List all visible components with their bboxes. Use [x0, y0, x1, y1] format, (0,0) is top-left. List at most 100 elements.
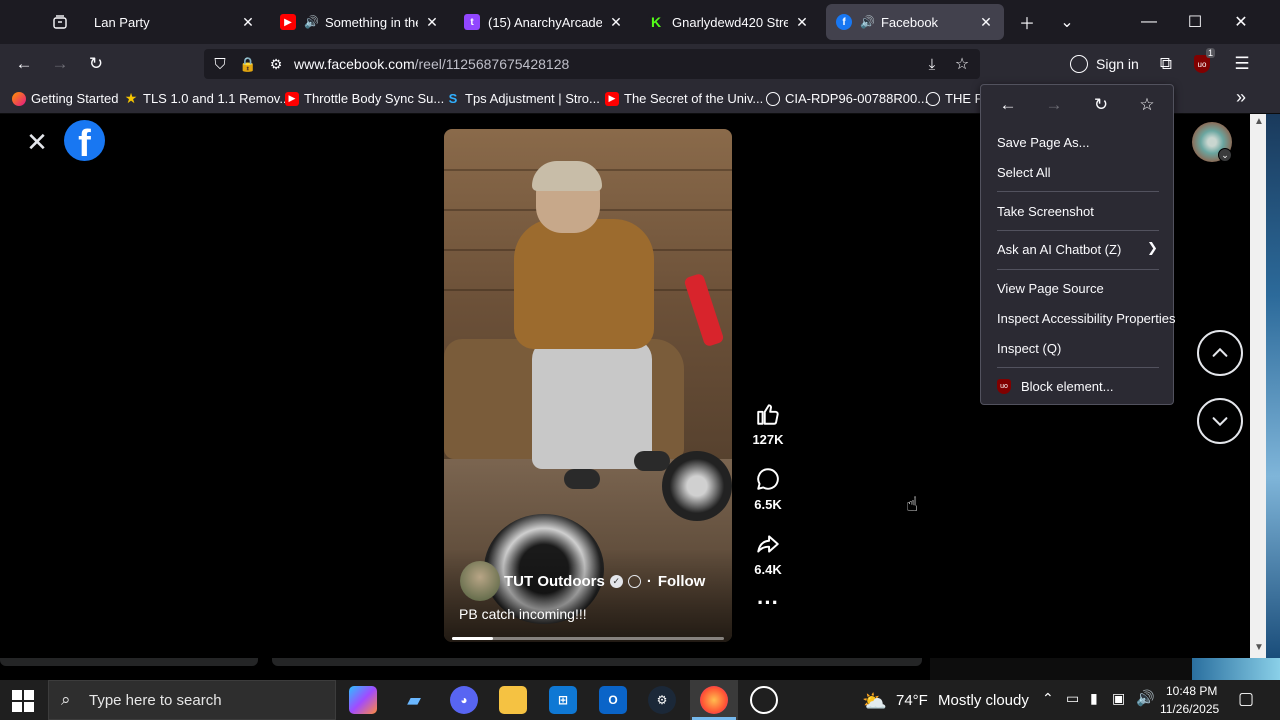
- back-icon[interactable]: ←: [993, 93, 1023, 117]
- close-icon[interactable]: ✕: [794, 14, 810, 31]
- tablet-icon[interactable]: ▭: [1066, 690, 1079, 707]
- obs-icon[interactable]: [750, 686, 778, 714]
- bookmark-label: TLS 1.0 and 1.1 Remov...: [143, 91, 291, 106]
- video-progress-bar[interactable]: [452, 637, 724, 640]
- author-name[interactable]: TUT Outdoors: [504, 573, 605, 590]
- stack-app-icon[interactable]: ▰: [400, 686, 428, 714]
- tab-youtube[interactable]: ▶ 🔊 Something in the W ✕: [270, 4, 450, 40]
- chevron-down-icon[interactable]: ⌄: [1218, 148, 1232, 162]
- bookmark-star-icon[interactable]: ☆: [1132, 93, 1162, 117]
- close-reel-icon[interactable]: ✕: [24, 129, 50, 156]
- previous-reel-button[interactable]: [1197, 330, 1243, 376]
- shield-icon[interactable]: ⛉: [208, 52, 232, 76]
- tab-twitch[interactable]: t (15) AnarchyArcade - Tw ✕: [454, 4, 634, 40]
- ublock-icon: uo: [997, 379, 1011, 394]
- copilot-icon[interactable]: [349, 686, 377, 714]
- extensions-icon[interactable]: ⧉: [1154, 52, 1178, 76]
- menu-item-save-page[interactable]: Save Page As...: [997, 135, 1090, 150]
- close-icon[interactable]: ✕: [424, 14, 440, 31]
- permissions-icon[interactable]: ⚙: [264, 52, 288, 76]
- url-text[interactable]: www.facebook.com/reel/1125687675428128: [294, 56, 569, 72]
- tab-facebook[interactable]: f 🔊 Facebook ✕: [826, 4, 1004, 40]
- sign-in-button[interactable]: Sign in: [1070, 51, 1139, 77]
- star-icon: ★: [124, 90, 138, 106]
- search-placeholder: Type here to search: [89, 692, 222, 709]
- bookmark-star-icon[interactable]: ☆: [950, 52, 974, 76]
- scroll-down-icon[interactable]: ▼: [1254, 642, 1264, 653]
- reload-icon[interactable]: ↻: [84, 52, 108, 76]
- menu-icon[interactable]: ☰: [1230, 52, 1254, 76]
- bookmark-item[interactable]: ▶ The Secret of the Univ...: [605, 91, 763, 106]
- menu-item-take-screenshot[interactable]: Take Screenshot: [997, 204, 1094, 219]
- speaker-icon[interactable]: 🔊: [860, 15, 875, 29]
- bookmark-item[interactable]: S Tps Adjustment | Stro...: [446, 91, 600, 106]
- download-icon[interactable]: ⤓: [920, 52, 944, 76]
- steam-icon[interactable]: ⚙: [648, 686, 676, 714]
- clock-time[interactable]: 10:48 PM: [1166, 684, 1217, 698]
- outlook-icon[interactable]: O: [599, 686, 627, 714]
- windows-taskbar: ⌕ Type here to search ▰ ◕ ⊞ O ⚙ ⛅ 74°F M…: [0, 680, 1280, 720]
- taskbar-search[interactable]: ⌕ Type here to search: [48, 680, 336, 720]
- back-icon[interactable]: ←: [12, 52, 36, 76]
- menu-item-view-source[interactable]: View Page Source: [997, 281, 1104, 296]
- page-scrollbar[interactable]: ▲ ▼: [1250, 114, 1266, 658]
- lock-icon[interactable]: 🔒: [236, 52, 260, 76]
- bookmark-item[interactable]: ★ TLS 1.0 and 1.1 Remov...: [124, 90, 291, 106]
- facebook-logo-icon[interactable]: f: [64, 120, 105, 161]
- notification-icon[interactable]: ▢: [1238, 689, 1254, 709]
- menu-item-inspect[interactable]: Inspect (Q): [997, 341, 1061, 356]
- network-icon[interactable]: ▣: [1112, 690, 1125, 707]
- bookmark-item[interactable]: ▶ Throttle Body Sync Su...: [285, 91, 444, 106]
- discord-icon[interactable]: ◕: [450, 686, 478, 714]
- like-count: 127K: [752, 432, 784, 447]
- menu-item-ask-ai-chatbot[interactable]: Ask an AI Chatbot (Z): [997, 242, 1121, 257]
- like-button[interactable]: 127K: [748, 400, 788, 447]
- menu-item-label: Block element...: [1021, 379, 1114, 394]
- follow-button[interactable]: Follow: [658, 573, 706, 590]
- reload-icon[interactable]: ↻: [1086, 93, 1116, 117]
- reel-video[interactable]: TUT Outdoors ✓ · Follow PB catch incomin…: [444, 129, 732, 642]
- forward-icon[interactable]: →: [48, 52, 72, 76]
- tray-chevron-up-icon[interactable]: ⌃: [1042, 690, 1054, 707]
- close-icon[interactable]: ✕: [608, 14, 624, 31]
- public-globe-icon: [627, 574, 641, 588]
- tab-overview-icon[interactable]: [38, 0, 82, 44]
- more-options-icon[interactable]: ···: [748, 592, 788, 614]
- more-bookmarks-icon[interactable]: »: [1236, 87, 1246, 108]
- share-button[interactable]: 6.4K: [748, 530, 788, 577]
- microsoft-store-icon[interactable]: ⊞: [549, 686, 577, 714]
- close-icon[interactable]: ✕: [978, 14, 994, 31]
- bookmark-item[interactable]: CIA-RDP96-00788R00...: [766, 91, 928, 106]
- file-explorer-icon[interactable]: [499, 686, 527, 714]
- hand-cursor-icon: ☝: [906, 494, 919, 516]
- weather-temp[interactable]: 74°F: [896, 692, 928, 709]
- minimize-button[interactable]: —: [1126, 0, 1172, 44]
- usb-icon[interactable]: ▮: [1090, 690, 1098, 707]
- ublock-icon[interactable]: uo 1: [1190, 48, 1216, 76]
- video-progress-fill: [452, 637, 493, 640]
- windows-start-icon[interactable]: [12, 690, 34, 712]
- tab-kick[interactable]: K Gnarlydewd420 Stream ✕: [638, 4, 820, 40]
- clock-date[interactable]: 11/26/2025: [1160, 702, 1219, 716]
- volume-icon[interactable]: 🔊: [1136, 689, 1155, 707]
- avatar[interactable]: [460, 561, 500, 601]
- maximize-button[interactable]: ☐: [1172, 0, 1218, 44]
- menu-item-inspect-accessibility[interactable]: Inspect Accessibility Properties: [997, 311, 1175, 326]
- menu-item-select-all[interactable]: Select All: [997, 165, 1050, 180]
- forward-icon[interactable]: →: [1039, 93, 1069, 117]
- url-bar[interactable]: ⛉ 🔒 ⚙ www.facebook.com/reel/112568767542…: [204, 49, 980, 79]
- comment-button[interactable]: 6.5K: [748, 465, 788, 512]
- bookmark-item[interactable]: Getting Started: [12, 91, 118, 106]
- menu-item-block-element[interactable]: uo Block element...: [997, 379, 1114, 394]
- list-tabs-chevron-icon[interactable]: ⌄: [1044, 0, 1090, 44]
- close-window-button[interactable]: ✕: [1218, 0, 1264, 44]
- speaker-icon[interactable]: 🔊: [304, 15, 319, 29]
- youtube-icon: ▶: [280, 14, 296, 30]
- close-icon[interactable]: ✕: [240, 14, 256, 31]
- scroll-up-icon[interactable]: ▲: [1254, 116, 1264, 127]
- firefox-icon[interactable]: [700, 686, 728, 714]
- weather-desc[interactable]: Mostly cloudy: [938, 692, 1029, 709]
- comment-icon: [754, 465, 782, 493]
- next-reel-button[interactable]: [1197, 398, 1243, 444]
- tab-lan-party[interactable]: Lan Party ✕: [84, 4, 266, 40]
